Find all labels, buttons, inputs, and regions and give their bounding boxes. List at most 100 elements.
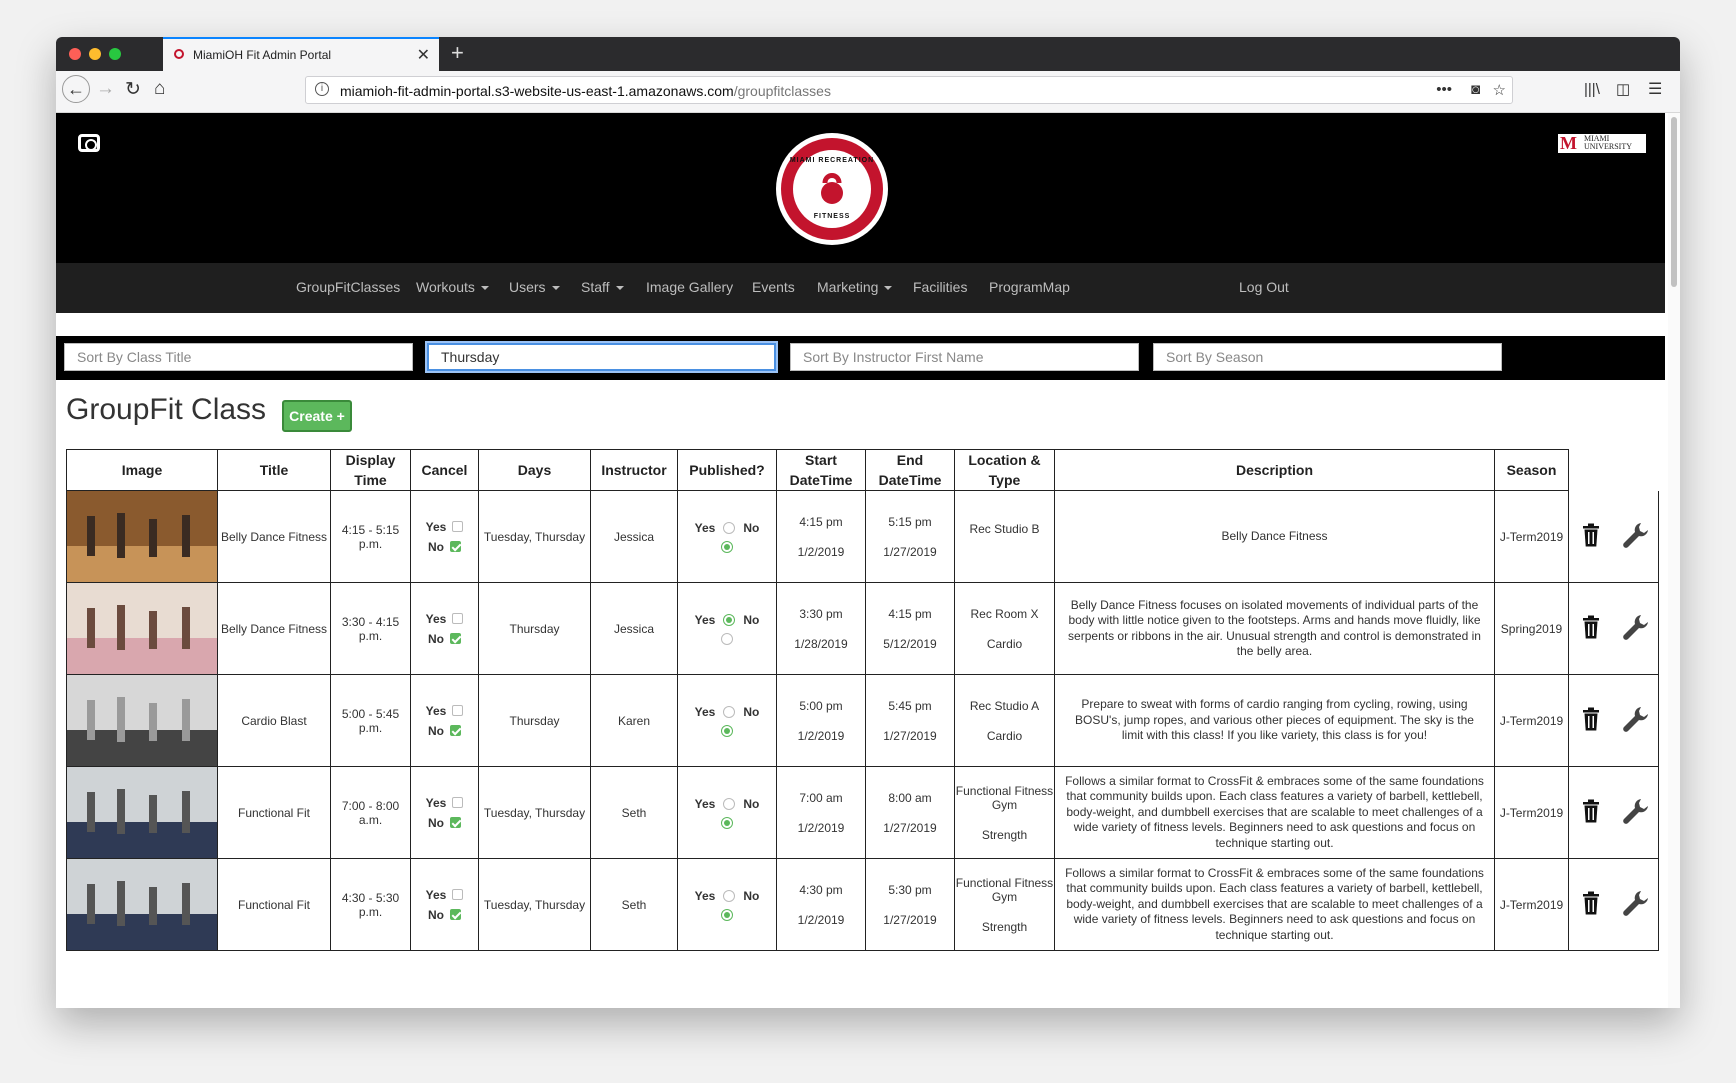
wrench-icon[interactable]: [1621, 796, 1651, 826]
published-no-radio[interactable]: [721, 540, 733, 553]
nav-marketing[interactable]: Marketing: [817, 279, 893, 295]
trash-icon[interactable]: [1582, 799, 1600, 823]
published-yes-radio[interactable]: [723, 521, 736, 534]
sidebar-icon[interactable]: ◫: [1616, 80, 1630, 98]
cancel-no-checkbox[interactable]: [450, 817, 461, 828]
trash-icon[interactable]: [1582, 523, 1600, 547]
nav-events[interactable]: Events: [752, 279, 795, 295]
cancel-yes-checkbox[interactable]: [452, 889, 464, 900]
display-time: 4:15 - 5:15 p.m.: [330, 490, 411, 583]
library-icon[interactable]: |||\: [1584, 81, 1600, 98]
delete-cell: [1568, 858, 1614, 951]
pocket-icon[interactable]: ◙: [1471, 81, 1480, 98]
location-type: Rec Studio A Cardio: [954, 674, 1055, 767]
nav-groupfitclasses[interactable]: GroupFitClasses: [296, 279, 400, 295]
page-scrollbar[interactable]: [1668, 113, 1680, 1008]
end-date: 1/27/2019: [883, 544, 937, 559]
start-time: 7:00 am: [799, 790, 843, 805]
instructor-filter-input[interactable]: [790, 343, 1139, 371]
col-header-start: Start DateTime: [776, 449, 866, 491]
wrench-icon[interactable]: [1621, 520, 1651, 550]
close-tab-icon[interactable]: ✕: [417, 45, 430, 65]
published-no-label: No: [743, 888, 760, 903]
location: Rec Studio A: [969, 698, 1040, 713]
season-filter-input[interactable]: [1153, 343, 1502, 371]
favicon-icon: [174, 49, 184, 59]
nav-logout[interactable]: Log Out: [1239, 279, 1289, 295]
maximize-window-button[interactable]: [109, 48, 121, 60]
published-no-radio[interactable]: [721, 816, 733, 829]
create-button[interactable]: Create +: [282, 400, 352, 432]
instructor: Jessica: [590, 582, 678, 675]
cancel-yes-label: Yes: [425, 887, 447, 902]
trash-icon[interactable]: [1582, 707, 1600, 731]
cancel-yes-checkbox[interactable]: [452, 705, 464, 716]
published-yes-radio[interactable]: [723, 705, 736, 718]
site-info-icon[interactable]: i: [315, 82, 329, 96]
instagram-icon[interactable]: [78, 134, 100, 152]
class-image-cell: [66, 858, 218, 951]
published-yes-label: Yes: [694, 612, 716, 627]
day-filter-input[interactable]: [427, 343, 776, 371]
cancel-cell: Yes No: [410, 674, 479, 767]
location-type: Rec Studio B: [954, 490, 1055, 583]
trash-icon[interactable]: [1582, 615, 1600, 639]
nav-workouts[interactable]: Workouts: [416, 279, 489, 295]
menu-icon[interactable]: ☰: [1648, 79, 1662, 99]
new-tab-icon[interactable]: +: [451, 40, 464, 66]
reload-icon[interactable]: ↻: [125, 78, 141, 101]
end-time: 5:15 pm: [888, 514, 932, 529]
published-no-radio[interactable]: [721, 908, 733, 921]
start-date: 1/28/2019: [794, 636, 848, 651]
close-window-button[interactable]: [69, 48, 81, 60]
browser-tab[interactable]: MiamiOH Fit Admin Portal ✕: [163, 37, 439, 71]
cancel-no-checkbox[interactable]: [450, 909, 461, 920]
description: Follows a similar format to CrossFit & e…: [1054, 766, 1495, 859]
site-header: MIAMI RECREATION FITNESS M MIAMI UNIVERSI…: [56, 113, 1665, 263]
nav-facilities[interactable]: Facilities: [913, 279, 967, 295]
instructor: Karen: [590, 674, 678, 767]
nav-image-gallery[interactable]: Image Gallery: [646, 279, 733, 295]
cancel-yes-checkbox[interactable]: [452, 797, 464, 808]
edit-cell: [1613, 766, 1659, 859]
start-datetime: 5:00 pm 1/2/2019: [776, 674, 866, 767]
page-actions-icon[interactable]: •••: [1436, 81, 1452, 98]
published-no-label: No: [743, 796, 760, 811]
published-no-radio[interactable]: [721, 724, 733, 737]
cancel-no-checkbox[interactable]: [450, 725, 461, 736]
class-photo: [67, 491, 217, 582]
end-datetime: 5:45 pm 1/27/2019: [865, 674, 955, 767]
published-yes-radio[interactable]: [723, 889, 736, 902]
class-title: Functional Fit: [217, 766, 331, 859]
nav-users[interactable]: Users: [509, 279, 560, 295]
class-title-filter-input[interactable]: [64, 343, 413, 371]
published-no-radio[interactable]: [721, 632, 733, 645]
nav-staff[interactable]: Staff: [581, 279, 624, 295]
wrench-icon[interactable]: [1621, 612, 1651, 642]
wrench-icon[interactable]: [1621, 888, 1651, 918]
trash-icon[interactable]: [1582, 891, 1600, 915]
bookmark-star-icon[interactable]: ☆: [1493, 81, 1506, 99]
cancel-cell: Yes No: [410, 582, 479, 675]
wrench-icon[interactable]: [1621, 704, 1651, 734]
cancel-yes-label: Yes: [425, 611, 447, 626]
class-image-cell: [66, 490, 218, 583]
cancel-yes-checkbox[interactable]: [452, 521, 464, 532]
col-header-empty: [1569, 450, 1614, 491]
back-icon[interactable]: ←: [62, 75, 90, 103]
published-yes-radio[interactable]: [723, 613, 736, 626]
end-time: 8:00 am: [888, 790, 932, 805]
minimize-window-button[interactable]: [89, 48, 101, 60]
address-bar[interactable]: i miamioh-fit-admin-portal.s3-website-us…: [305, 76, 1513, 104]
cancel-no-label: No: [428, 907, 444, 922]
forward-icon[interactable]: →: [96, 78, 115, 100]
cancel-yes-checkbox[interactable]: [452, 613, 464, 624]
description: Belly Dance Fitness: [1054, 490, 1495, 583]
published-yes-radio[interactable]: [723, 797, 736, 810]
cancel-no-checkbox[interactable]: [450, 633, 461, 644]
nav-programmap[interactable]: ProgramMap: [989, 279, 1070, 295]
home-icon[interactable]: ⌂: [154, 78, 165, 100]
cancel-no-checkbox[interactable]: [450, 541, 461, 552]
cancel-no-label: No: [428, 539, 444, 554]
location-type: Rec Room X Cardio: [954, 582, 1055, 675]
